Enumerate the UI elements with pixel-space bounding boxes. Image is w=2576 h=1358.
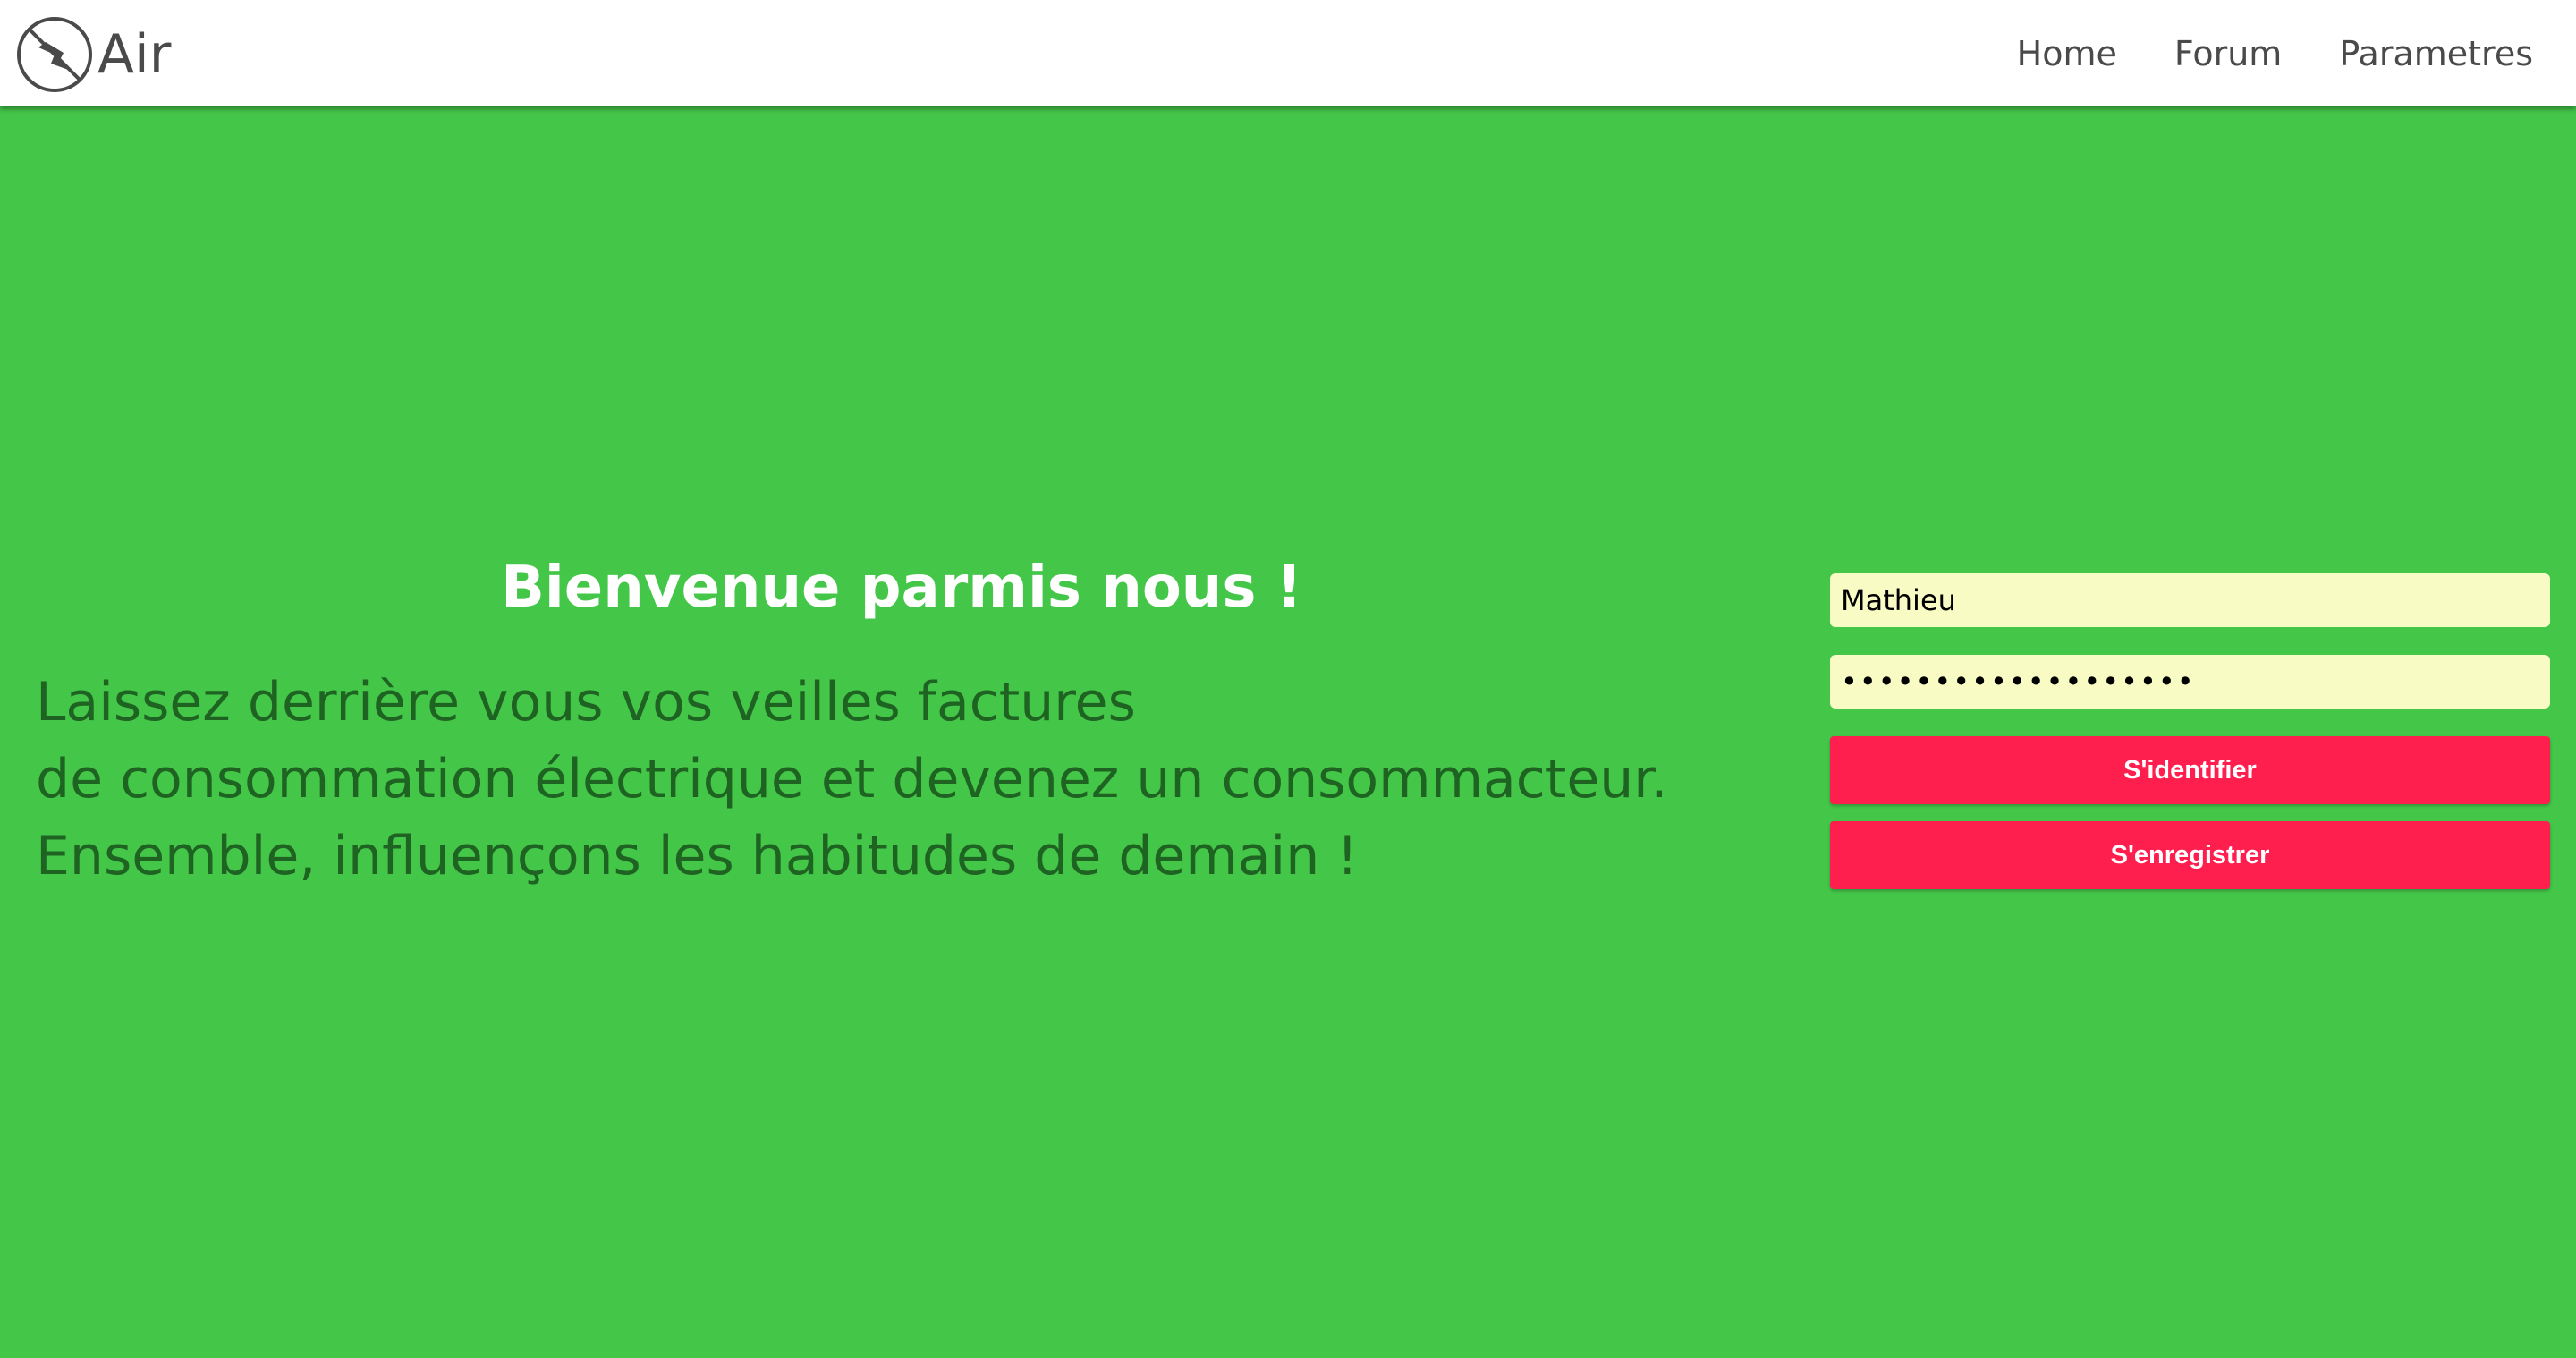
navbar: Air Home Forum Parametres bbox=[0, 0, 2576, 106]
brand-name: Air bbox=[97, 23, 172, 86]
username-input[interactable] bbox=[1830, 573, 2550, 627]
nav-link-home[interactable]: Home bbox=[2017, 34, 2117, 73]
intro-line: Ensemble, influençons les habitudes de d… bbox=[36, 825, 1359, 887]
welcome-title: Bienvenue parmis nous ! bbox=[501, 554, 1302, 621]
brand-link[interactable]: Air bbox=[15, 14, 171, 95]
main-nav: Home Forum Parametres bbox=[1960, 0, 2533, 106]
page: Air Home Forum Parametres Bienvenue parm… bbox=[0, 0, 2576, 1358]
nav-link-forum[interactable]: Forum bbox=[2174, 34, 2282, 73]
lightning-bolt-circle-icon bbox=[17, 17, 92, 92]
register-button[interactable]: S'enregistrer bbox=[1830, 821, 2550, 889]
login-button[interactable]: S'identifier bbox=[1830, 736, 2550, 804]
intro-text: Laissez derrière vous vos veilles factur… bbox=[36, 664, 1668, 895]
password-input[interactable] bbox=[1830, 655, 2550, 709]
login-form: S'identifier S'enregistrer bbox=[1830, 573, 2550, 889]
intro-line: Laissez derrière vous vos veilles factur… bbox=[36, 671, 1136, 734]
nav-link-parametres[interactable]: Parametres bbox=[2339, 34, 2533, 73]
intro-line: de consommation électrique et devenez un… bbox=[36, 748, 1668, 811]
